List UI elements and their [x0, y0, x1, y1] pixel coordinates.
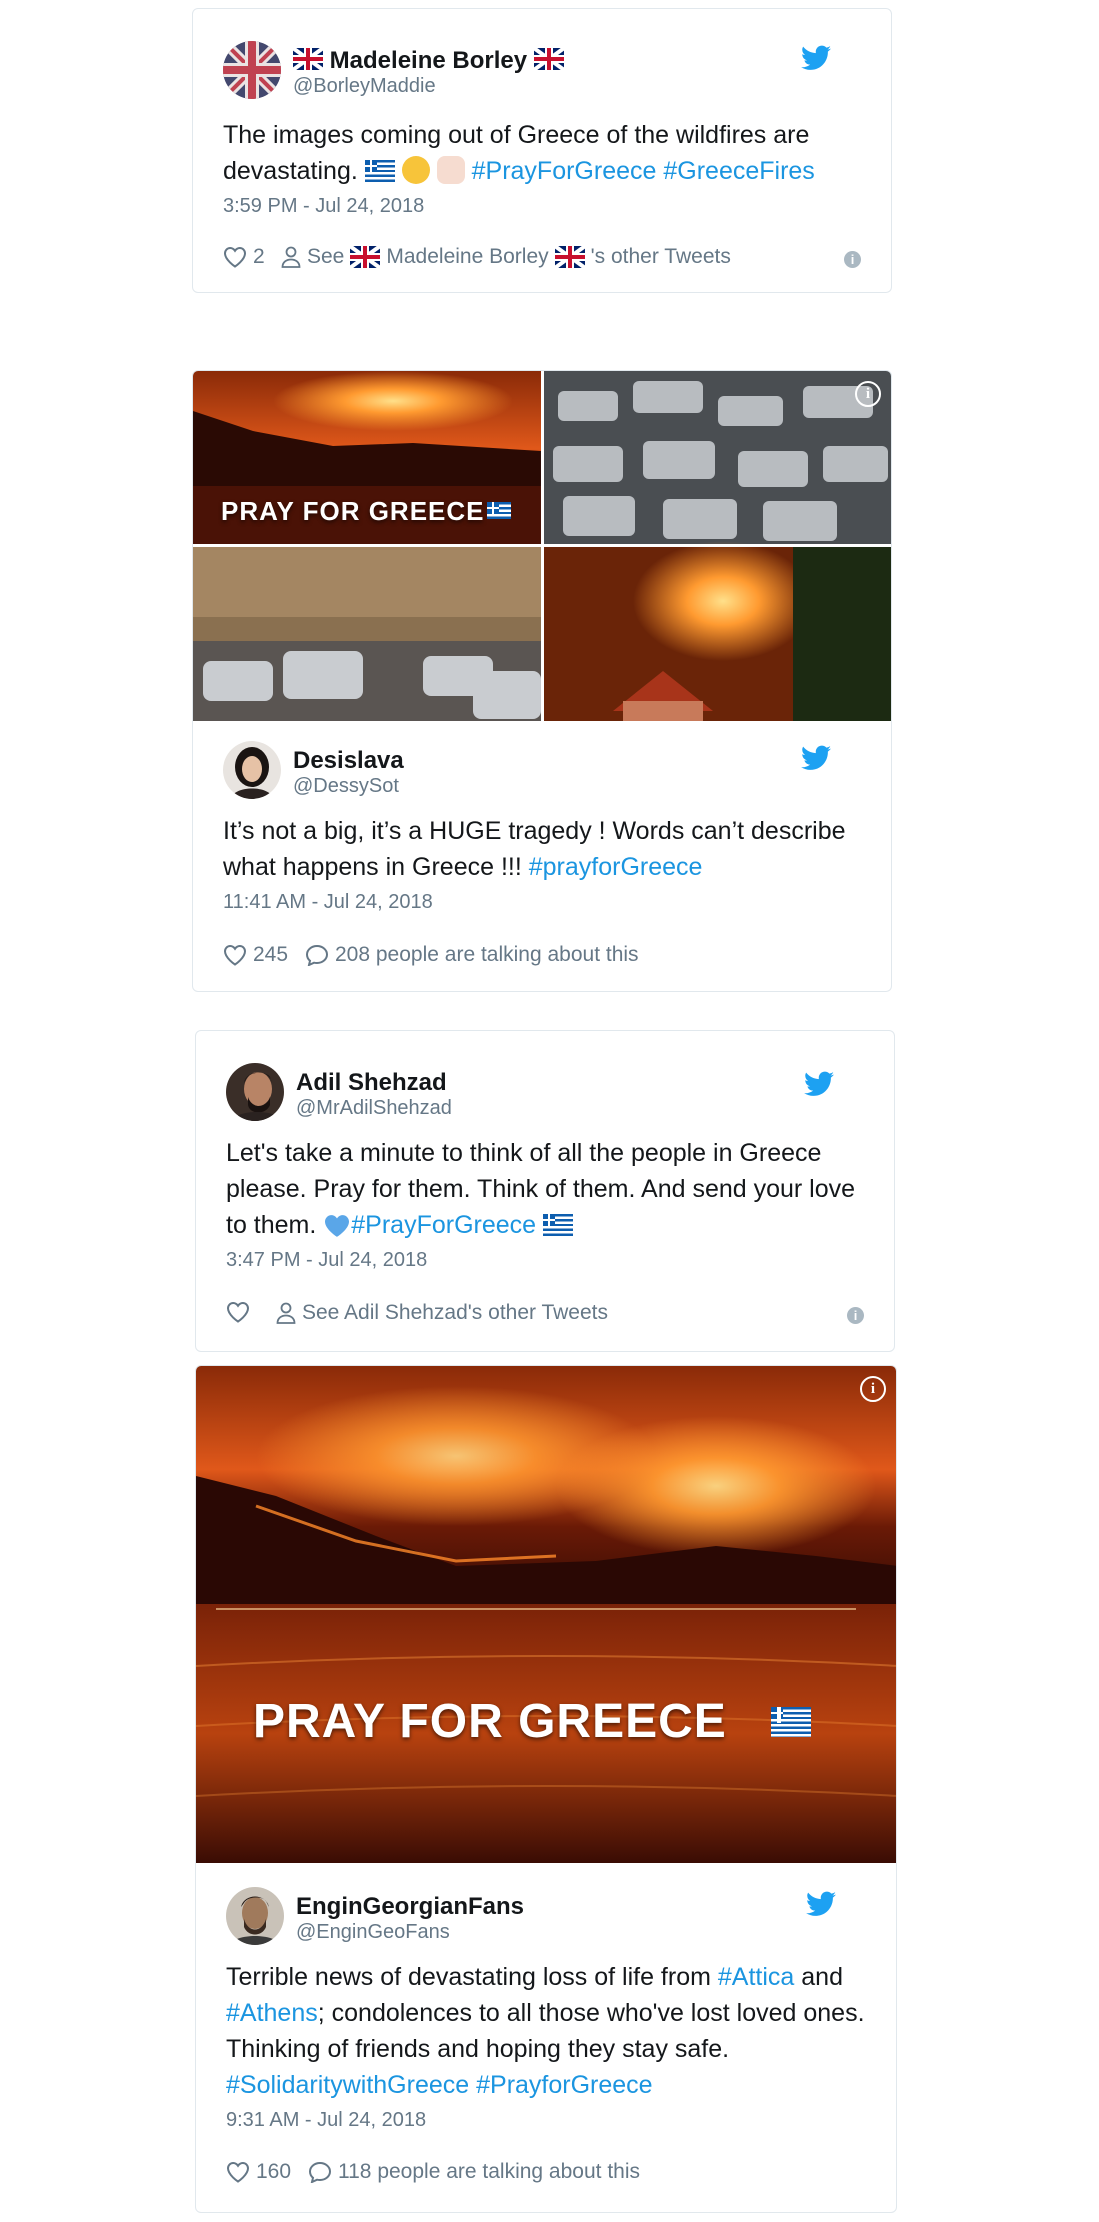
- hashtag-link[interactable]: #Athens: [226, 1999, 318, 2027]
- comment-icon: [305, 944, 329, 966]
- greece-flag-icon: [543, 1214, 574, 1236]
- greece-flag-icon: [364, 160, 395, 182]
- tweet-text: The images coming out of Greece of the w…: [223, 121, 815, 185]
- person-icon: [281, 246, 301, 268]
- heart-icon: [223, 246, 247, 268]
- tweet-image[interactable]: PRAY FOR GREECE i: [196, 1366, 896, 1863]
- tweet-text: Terrible news of devastating loss of lif…: [226, 1963, 865, 2099]
- info-icon[interactable]: i: [860, 1376, 886, 1402]
- author-name[interactable]: Adil Shehzad: [296, 1069, 447, 1097]
- crying-face-icon: [401, 156, 430, 184]
- author-handle[interactable]: @EnginGeoFans: [296, 1921, 450, 1944]
- tweet-timestamp[interactable]: 3:47 PM - Jul 24, 2018: [226, 1249, 864, 1272]
- tweet-actions: See Adil Shehzad's other Tweets i: [226, 1301, 864, 1333]
- info-icon[interactable]: i: [855, 381, 881, 407]
- tweet-image-grid[interactable]: PRAY FOR GREECE i: [193, 371, 891, 721]
- hashtag-link[interactable]: #Attica: [718, 1963, 794, 1991]
- conversation-link[interactable]: 118 people are talking about this: [308, 2160, 640, 2184]
- author-handle[interactable]: @BorleyMaddie: [293, 75, 436, 98]
- author-name[interactable]: Desislava: [293, 747, 404, 775]
- author-name[interactable]: EnginGeorgianFans: [296, 1893, 524, 1921]
- uk-flag-icon: [554, 246, 585, 268]
- twitter-bird-icon[interactable]: [801, 45, 831, 71]
- see-other-tweets-link[interactable]: See Madeleine Borley's other Tweets: [281, 245, 731, 269]
- wildfire-collage-image: [193, 371, 891, 721]
- heart-icon: [226, 1301, 250, 1323]
- avatar[interactable]: [226, 1887, 284, 1945]
- uk-flag-icon: [350, 246, 381, 268]
- like-count: 245: [253, 943, 289, 966]
- heart-icon: [226, 2161, 250, 2183]
- like-button[interactable]: 2: [223, 245, 265, 269]
- pray-for-greece-banner: PRAY FOR GREECE: [221, 496, 485, 526]
- tweet-actions: 245 208 people are talking about this: [223, 943, 861, 975]
- hashtag-link[interactable]: #PrayForGreece: [351, 1211, 536, 1239]
- see-other-tweets-link[interactable]: See Adil Shehzad's other Tweets: [276, 1301, 608, 1325]
- twitter-bird-icon[interactable]: [806, 1891, 836, 1917]
- like-count: 160: [256, 2160, 292, 2183]
- greece-flag-icon: [771, 1707, 811, 1737]
- tweet-actions: 2 See Madeleine Borley's other Tweets i: [223, 245, 861, 277]
- praying-hands-icon: [436, 156, 465, 184]
- tweet-timestamp[interactable]: 11:41 AM - Jul 24, 2018: [223, 891, 861, 914]
- info-icon[interactable]: i: [844, 251, 861, 268]
- comment-icon: [308, 2161, 332, 2183]
- author-handle[interactable]: @MrAdilShehzad: [296, 1097, 452, 1120]
- blue-heart-icon: [325, 1215, 350, 1237]
- hashtag-link[interactable]: #prayforGreece: [529, 853, 703, 881]
- tweet-timestamp[interactable]: 9:31 AM - Jul 24, 2018: [226, 2109, 866, 2132]
- tweet-actions: 160 118 people are talking about this: [226, 2160, 866, 2192]
- like-button[interactable]: 160: [226, 2160, 291, 2184]
- author-handle[interactable]: @DessySot: [293, 775, 399, 798]
- tweet-card-desislava: PRAY FOR GREECE i Desislava @DessySot It…: [192, 370, 892, 992]
- heart-icon: [223, 944, 247, 966]
- twitter-bird-icon[interactable]: [804, 1071, 834, 1097]
- like-button[interactable]: [226, 1301, 250, 1323]
- tweet-timestamp[interactable]: 3:59 PM - Jul 24, 2018: [223, 195, 861, 218]
- hashtag-link[interactable]: #PrayForGreece #GreeceFires: [472, 157, 815, 185]
- tweet-card-adil: Adil Shehzad @MrAdilShehzad Let's take a…: [195, 1030, 895, 1352]
- like-count: 2: [253, 245, 265, 268]
- author-name-text: Madeleine Borley: [329, 47, 528, 74]
- greece-flag-icon: [487, 502, 511, 519]
- pray-for-greece-banner: PRAY FOR GREECE: [253, 1695, 727, 1748]
- hashtag-link[interactable]: #SolidaritywithGreece #PrayforGreece: [226, 2071, 653, 2099]
- like-button[interactable]: 245: [223, 943, 288, 967]
- tweet-text: It’s not a big, it’s a HUGE tragedy ! Wo…: [223, 817, 846, 881]
- author-name[interactable]: Madeleine Borley: [293, 47, 564, 75]
- uk-flag-icon: [533, 48, 564, 70]
- info-icon[interactable]: i: [847, 1307, 864, 1324]
- avatar[interactable]: [223, 741, 281, 799]
- uk-flag-icon: [293, 48, 323, 70]
- avatar[interactable]: [226, 1063, 284, 1121]
- avatar[interactable]: [223, 41, 281, 99]
- conversation-link[interactable]: 208 people are talking about this: [305, 943, 639, 967]
- person-icon: [276, 1302, 296, 1324]
- tweet-card-engin: PRAY FOR GREECE i EnginGeorgianFans @Eng…: [195, 1365, 897, 2213]
- tweet-text: Let's take a minute to think of all the …: [226, 1139, 856, 1239]
- twitter-bird-icon[interactable]: [801, 745, 831, 771]
- tweet-card-madeleine: Madeleine Borley @BorleyMaddie The image…: [192, 8, 892, 293]
- wildfire-photo-image: [196, 1366, 896, 1863]
